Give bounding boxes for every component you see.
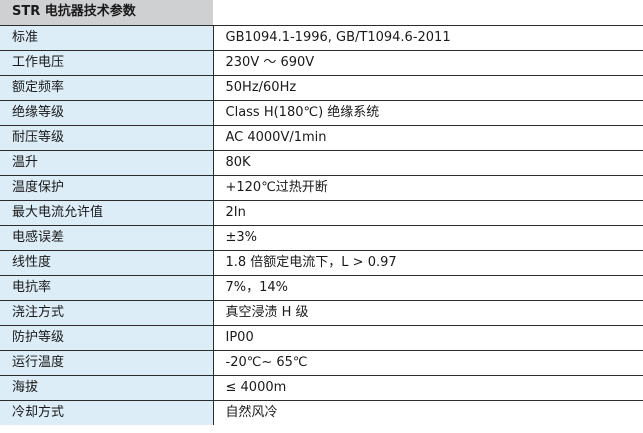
table-row: 温升 80K	[0, 150, 643, 176]
param-value: Class H(180℃) 绝缘系统	[213, 100, 643, 126]
param-value: ±3%	[213, 225, 643, 251]
table-row: 最大电流允许值 2In	[0, 200, 643, 226]
param-value: ≤ 4000m	[213, 375, 643, 401]
param-value: 自然风冷	[213, 400, 643, 425]
param-name: 最大电流允许值	[0, 200, 214, 226]
table-row: 海拔 ≤ 4000m	[0, 375, 643, 401]
param-name: 工作电压	[0, 50, 214, 76]
param-value: 2In	[213, 200, 643, 226]
table-row: 浇注方式 真空浸渍 H 级	[0, 300, 643, 326]
param-value: 7%，14%	[213, 275, 643, 301]
header-blank-cell	[213, 0, 643, 26]
table-row: 冷却方式 自然风冷	[0, 400, 643, 425]
param-name: 标准	[0, 25, 214, 51]
param-name: 温升	[0, 150, 214, 176]
param-name: 电抗率	[0, 275, 214, 301]
table-row: 工作电压 230V ～ 690V	[0, 50, 643, 76]
param-name: 浇注方式	[0, 300, 214, 326]
table-row: 防护等级 IP00	[0, 325, 643, 351]
param-value: 50Hz/60Hz	[213, 75, 643, 101]
table-title: STR 电抗器技术参数	[0, 0, 213, 26]
param-name: 温度保护	[0, 175, 214, 201]
param-value: +120℃过热开断	[213, 175, 643, 201]
param-name: 运行温度	[0, 350, 214, 376]
param-name: 绝缘等级	[0, 100, 214, 126]
spec-table: STR 电抗器技术参数 标准 GB1094.1-1996, GB/T1094.6-…	[0, 0, 643, 425]
table-row: 额定频率 50Hz/60Hz	[0, 75, 643, 101]
param-name: 防护等级	[0, 325, 214, 351]
param-value: GB1094.1-1996, GB/T1094.6-2011	[213, 25, 643, 51]
table-row: 温度保护 +120℃过热开断	[0, 175, 643, 201]
table-row: 标准 GB1094.1-1996, GB/T1094.6-2011	[0, 25, 643, 51]
param-value: 230V ～ 690V	[213, 50, 643, 76]
param-value: -20℃~ 65℃	[213, 350, 643, 376]
param-name: 耐压等级	[0, 125, 214, 151]
table-row: 电抗率 7%，14%	[0, 275, 643, 301]
param-value: IP00	[213, 325, 643, 351]
param-value: AC 4000V/1min	[213, 125, 643, 151]
param-value: 80K	[213, 150, 643, 176]
param-name: 冷却方式	[0, 400, 214, 425]
param-name: 额定频率	[0, 75, 214, 101]
table-row: 运行温度 -20℃~ 65℃	[0, 350, 643, 376]
param-name: 电感误差	[0, 225, 214, 251]
table-row: 电感误差 ±3%	[0, 225, 643, 251]
table-header-row: STR 电抗器技术参数	[0, 0, 643, 26]
table-row: 线性度 1.8 倍额定电流下，L > 0.97	[0, 250, 643, 276]
param-value: 真空浸渍 H 级	[213, 300, 643, 326]
param-value: 1.8 倍额定电流下，L > 0.97	[213, 250, 643, 276]
param-name: 海拔	[0, 375, 214, 401]
param-name: 线性度	[0, 250, 214, 276]
table-row: 绝缘等级 Class H(180℃) 绝缘系统	[0, 100, 643, 126]
table-row: 耐压等级 AC 4000V/1min	[0, 125, 643, 151]
